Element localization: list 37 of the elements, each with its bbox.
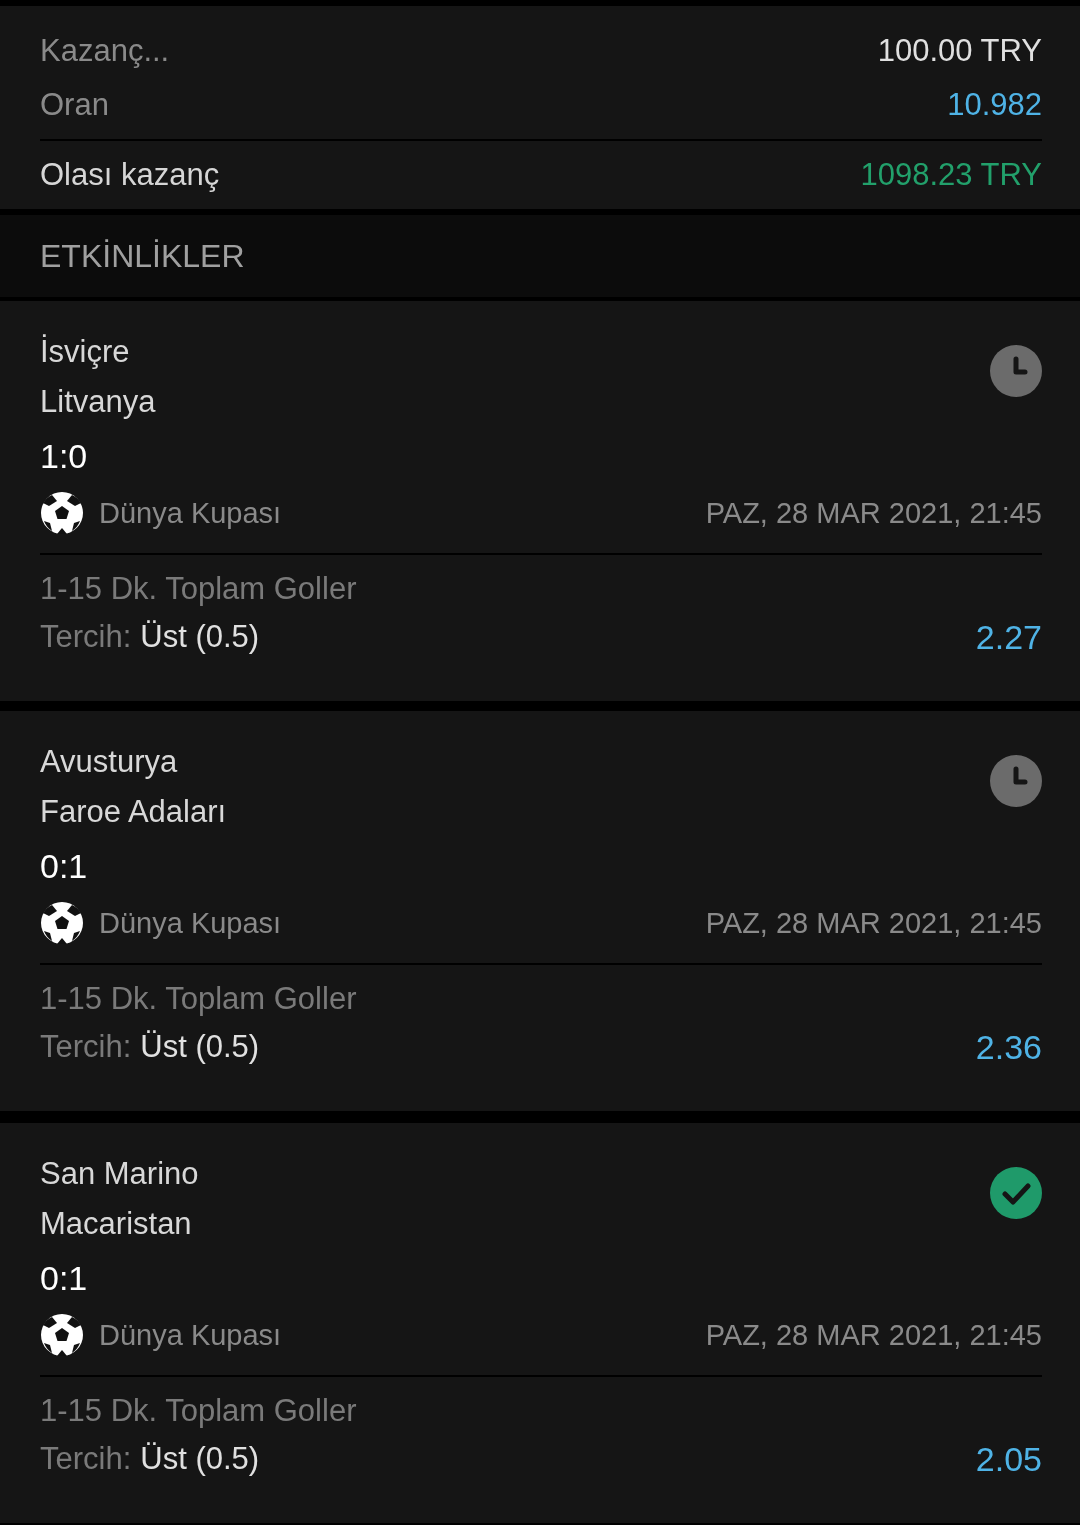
pick-label: Tercih: bbox=[40, 1029, 132, 1065]
pick-value: Üst (0.5) bbox=[140, 619, 260, 655]
soccer-ball-icon bbox=[40, 491, 84, 535]
odds-value: 2.27 bbox=[975, 617, 1042, 657]
team-name: Litvanya bbox=[40, 383, 156, 421]
pick-label: Tercih: bbox=[40, 1441, 132, 1477]
soccer-ball-icon bbox=[40, 901, 84, 945]
team-name: Faroe Adaları bbox=[40, 793, 227, 831]
summary-value: 1098.23 TRY bbox=[860, 157, 1042, 193]
soccer-ball-icon bbox=[40, 1313, 84, 1357]
pick-label: Tercih: bbox=[40, 619, 132, 655]
score: 1:0 bbox=[40, 436, 89, 477]
team-name: İsviçre bbox=[40, 333, 131, 371]
match-date: PAZ, 28 MAR 2021, 21:45 bbox=[705, 1318, 1042, 1352]
pick-value: Üst (0.5) bbox=[140, 1029, 260, 1065]
team-name: Avusturya bbox=[40, 743, 179, 781]
team-name: San Marino bbox=[40, 1155, 199, 1193]
summary-label: Kazanç... bbox=[40, 33, 170, 69]
section-title: ETKİNLİKLER bbox=[40, 237, 245, 275]
odds-value: 2.05 bbox=[975, 1439, 1042, 1479]
summary-value: 10.982 bbox=[947, 87, 1042, 123]
league-name: Dünya Kupası bbox=[99, 496, 282, 530]
summary-label: Oran bbox=[40, 87, 109, 123]
match-date: PAZ, 28 MAR 2021, 21:45 bbox=[705, 906, 1042, 940]
score: 0:1 bbox=[40, 846, 89, 887]
league-name: Dünya Kupası bbox=[99, 906, 282, 940]
league-name: Dünya Kupası bbox=[99, 1318, 282, 1352]
market-name: 1-15 Dk. Toplam Goller bbox=[40, 980, 358, 1018]
score: 0:1 bbox=[40, 1258, 89, 1299]
market-name: 1-15 Dk. Toplam Goller bbox=[40, 570, 358, 608]
pick-value: Üst (0.5) bbox=[140, 1441, 260, 1477]
team-name: Macaristan bbox=[40, 1205, 193, 1243]
odds-value: 2.36 bbox=[975, 1027, 1042, 1067]
summary-value: 100.00 TRY bbox=[877, 33, 1042, 69]
summary-label: Olası kazanç bbox=[40, 157, 220, 193]
market-name: 1-15 Dk. Toplam Goller bbox=[40, 1392, 358, 1430]
match-date: PAZ, 28 MAR 2021, 21:45 bbox=[705, 496, 1042, 530]
